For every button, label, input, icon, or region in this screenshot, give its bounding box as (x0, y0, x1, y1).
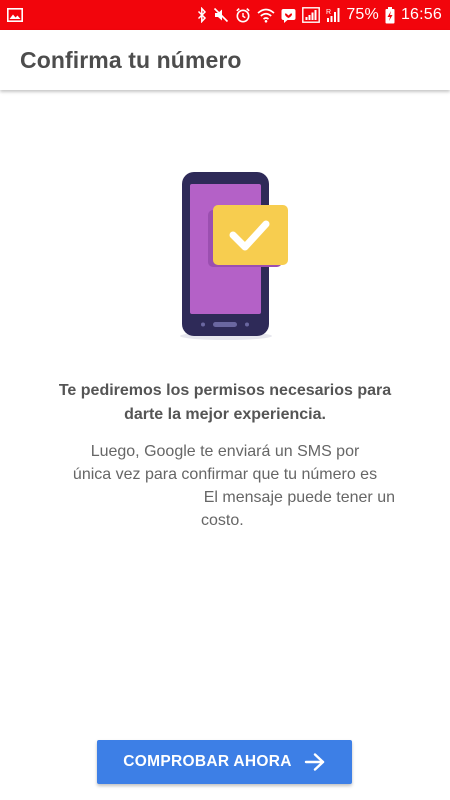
svg-text:R: R (326, 9, 331, 16)
signal-icon (302, 7, 321, 23)
alarm-icon (235, 7, 251, 23)
battery-charging-icon (385, 6, 395, 24)
phone-with-check-icon (180, 172, 288, 340)
headline-line-1: Te pediremos los permisos necesarios par… (58, 382, 392, 399)
roaming-signal-icon: R (326, 7, 340, 23)
image-icon (7, 8, 23, 22)
mute-icon (213, 7, 229, 23)
status-bar: R 75% 16:56 (0, 0, 450, 30)
arrow-right-icon (304, 752, 326, 772)
status-right: R 75% 16:56 (197, 6, 442, 24)
clock: 16:56 (400, 6, 442, 23)
app-toolbar: Confirma tu número (0, 30, 450, 90)
body-line-1: Luego, Google te enviará un SMS por (90, 443, 360, 460)
permissions-headline: Te pediremos los permisos necesarios par… (40, 379, 410, 427)
headline-line-2: darte la mejor experiencia. (124, 406, 326, 423)
check-now-button[interactable]: COMPROBAR AHORA (97, 740, 352, 784)
phone-illustration (0, 160, 450, 350)
body-line-3: El mensaje puede tener un (203, 489, 395, 506)
chat-notification-icon (281, 8, 296, 23)
page-title: Confirma tu número (20, 46, 242, 73)
body-line-2: única vez para confirmar que tu número e… (72, 466, 378, 483)
status-left (7, 8, 23, 22)
check-now-label: COMPROBAR AHORA (123, 753, 292, 770)
sms-info-text: Luego, Google te enviará un SMS por únic… (55, 440, 395, 532)
battery-percent: 75% (346, 6, 379, 23)
body-line-4: costo. (201, 512, 244, 529)
wifi-icon (257, 8, 275, 23)
bluetooth-icon (197, 7, 207, 23)
